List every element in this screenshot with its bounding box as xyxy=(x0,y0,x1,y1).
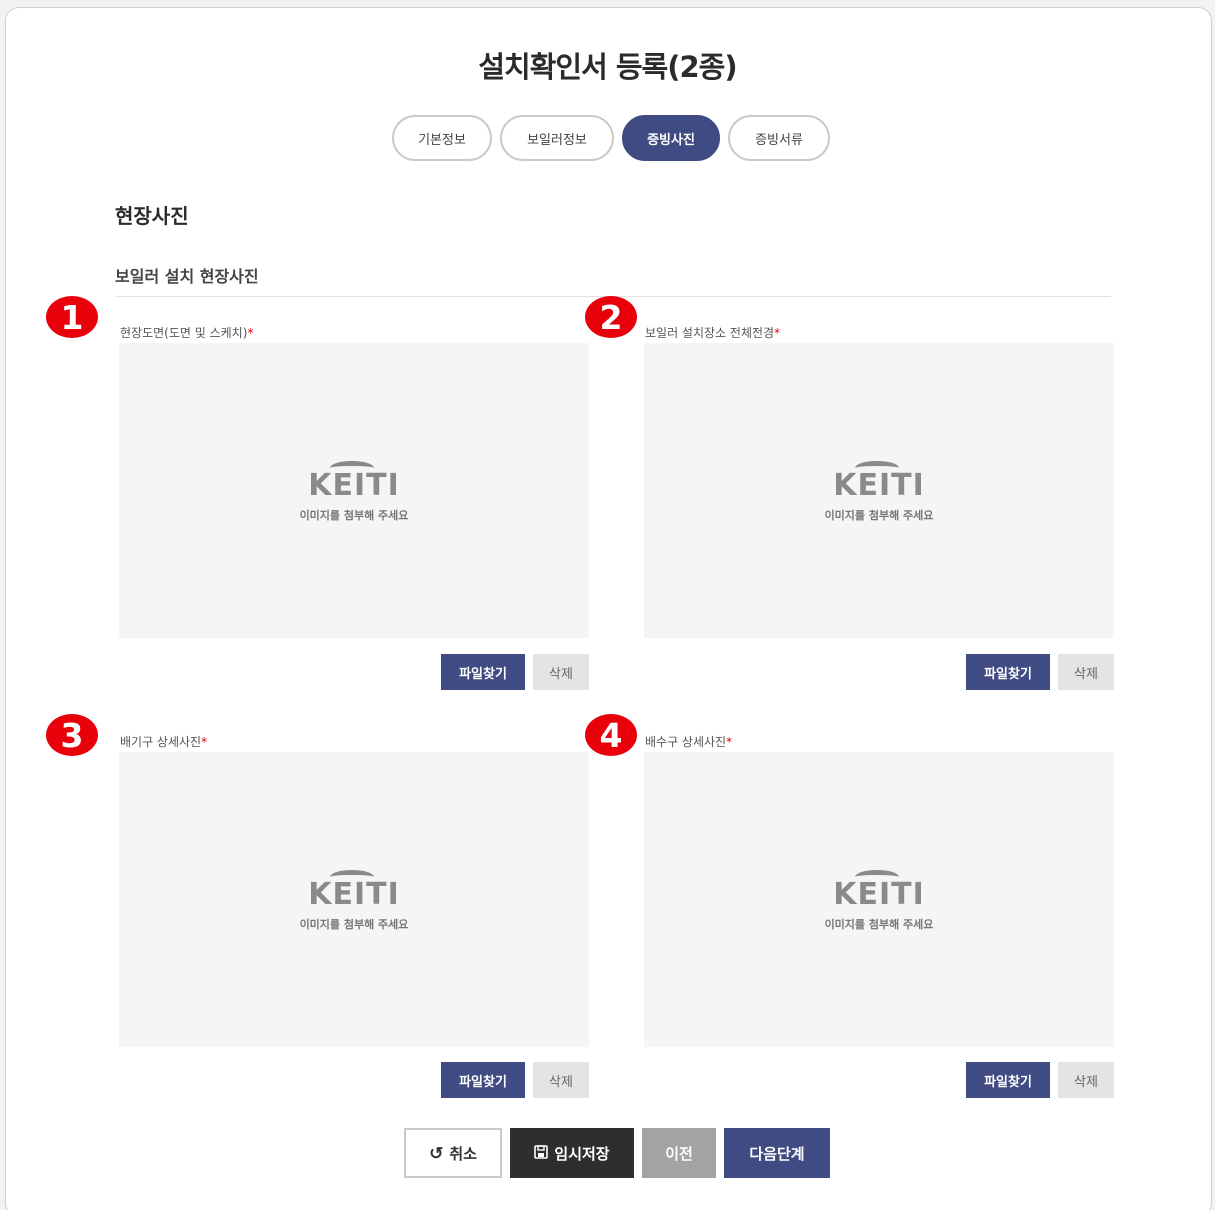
temp-save-label: 임시저장 xyxy=(554,1145,610,1163)
required-mark: * xyxy=(247,326,254,340)
file-browse-button[interactable]: 파일찾기 xyxy=(441,654,525,690)
delete-button[interactable]: 삭제 xyxy=(1058,1062,1114,1098)
form-actions: ↺ 취소 임시저장 이전 다음단계 xyxy=(404,1128,830,1178)
keiti-logo: KEITI xyxy=(308,868,400,910)
upload-hint: 이미지를 첨부해 주세요 xyxy=(299,917,409,931)
upload-hint: 이미지를 첨부해 주세요 xyxy=(824,508,934,522)
image-dropzone[interactable]: KEITI 이미지를 첨부해 주세요 xyxy=(119,343,589,638)
keiti-logo: KEITI xyxy=(308,459,400,501)
page-title: 설치확인서 등록(2종) xyxy=(478,50,737,84)
section-title: 현장사진 xyxy=(115,204,189,228)
tab-evidence-documents[interactable]: 증빙서류 xyxy=(728,115,830,161)
upload-label: 현장도면(도면 및 스케치)* xyxy=(120,326,254,340)
file-browse-button[interactable]: 파일찾기 xyxy=(966,654,1050,690)
number-badge: 2 xyxy=(585,296,637,338)
image-dropzone[interactable]: KEITI 이미지를 첨부해 주세요 xyxy=(119,752,589,1047)
keiti-logo: KEITI xyxy=(833,459,925,501)
delete-button[interactable]: 삭제 xyxy=(533,1062,589,1098)
image-dropzone[interactable]: KEITI 이미지를 첨부해 주세요 xyxy=(644,752,1114,1047)
number-badge: 1 xyxy=(46,296,98,338)
required-mark: * xyxy=(774,326,781,340)
cancel-button[interactable]: ↺ 취소 xyxy=(404,1128,502,1178)
upload-hint: 이미지를 첨부해 주세요 xyxy=(299,508,409,522)
image-dropzone[interactable]: KEITI 이미지를 첨부해 주세요 xyxy=(644,343,1114,638)
delete-button[interactable]: 삭제 xyxy=(533,654,589,690)
tab-boiler-info[interactable]: 보일러정보 xyxy=(500,115,614,161)
upload-label: 배수구 상세사진* xyxy=(645,735,733,749)
tab-basic-info[interactable]: 기본정보 xyxy=(392,115,492,161)
upload-label: 보일러 설치장소 전체전경* xyxy=(645,326,781,340)
required-mark: * xyxy=(726,735,733,749)
file-browse-button[interactable]: 파일찾기 xyxy=(966,1062,1050,1098)
section-subtitle: 보일러 설치 현장사진 xyxy=(115,267,259,286)
next-step-button[interactable]: 다음단계 xyxy=(724,1128,830,1178)
upload-hint: 이미지를 첨부해 주세요 xyxy=(824,917,934,931)
step-tabs: 기본정보 보일러정보 증빙사진 증빙서류 xyxy=(392,115,830,161)
number-badge: 4 xyxy=(585,714,637,756)
tab-evidence-photos[interactable]: 증빙사진 xyxy=(622,115,720,161)
temp-save-button[interactable]: 임시저장 xyxy=(510,1128,634,1178)
keiti-logo: KEITI xyxy=(833,868,925,910)
delete-button[interactable]: 삭제 xyxy=(1058,654,1114,690)
refresh-icon: ↺ xyxy=(429,1143,444,1163)
required-mark: * xyxy=(201,735,208,749)
file-browse-button[interactable]: 파일찾기 xyxy=(441,1062,525,1098)
upload-label: 배기구 상세사진* xyxy=(120,735,208,749)
floppy-disk-icon xyxy=(534,1144,549,1162)
cancel-label: 취소 xyxy=(449,1145,477,1163)
number-badge: 3 xyxy=(46,714,98,756)
previous-button[interactable]: 이전 xyxy=(642,1128,716,1178)
